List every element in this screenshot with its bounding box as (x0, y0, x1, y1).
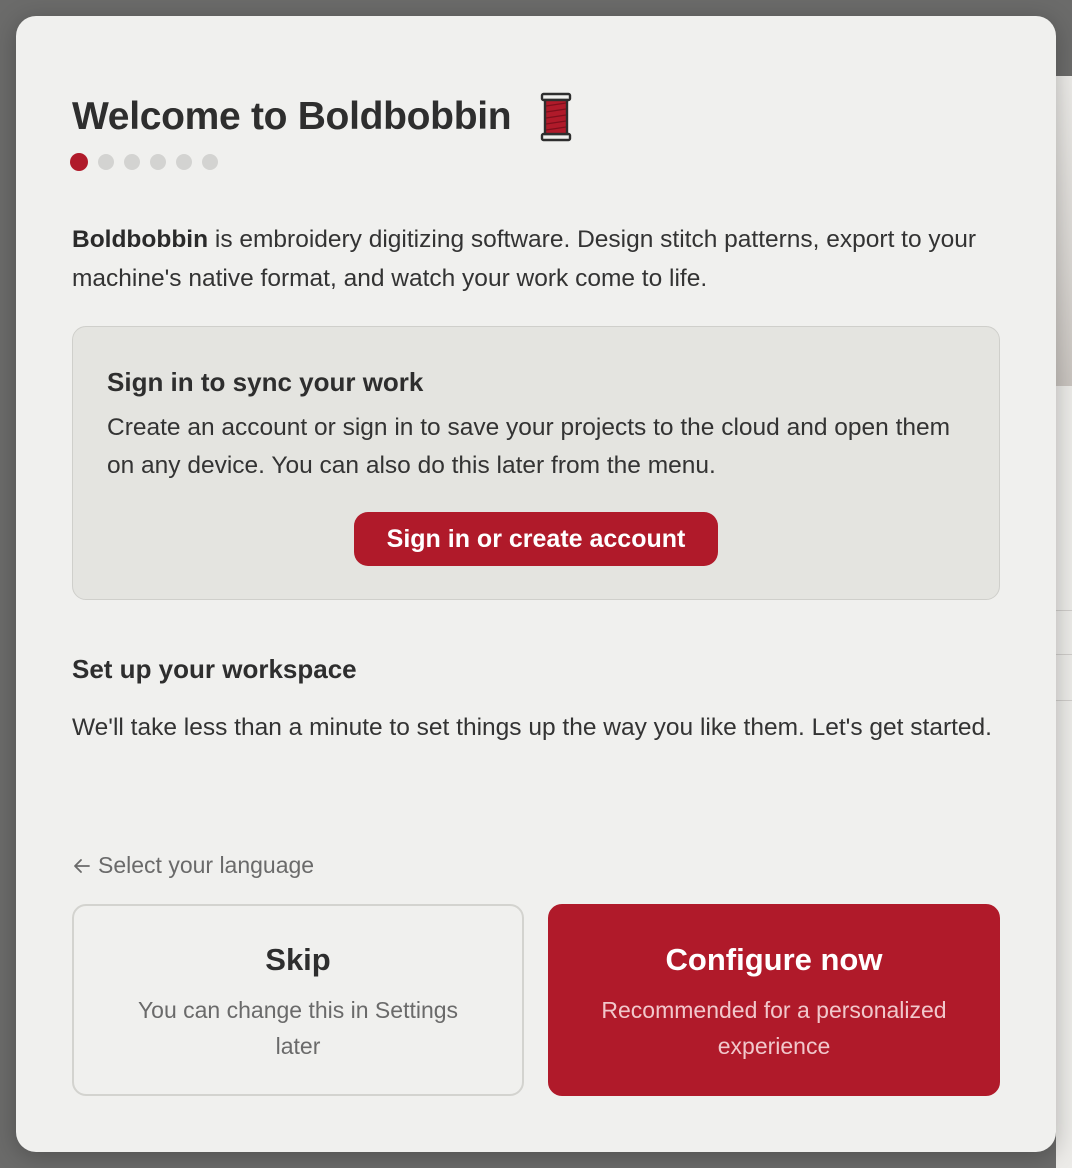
intro-brand-name: Boldbobbin (72, 226, 209, 253)
setup-description: We'll take less than a minute to set thi… (72, 714, 992, 741)
skip-title: Skip (265, 942, 331, 977)
skip-button[interactable]: Skip You can change this in Settings lat… (72, 904, 524, 1096)
step-dot (202, 154, 218, 170)
signin-title: Sign in to sync your work (107, 367, 424, 397)
intro-text: Boldbobbin is embroidery digitizing soft… (72, 220, 1002, 298)
background-thumbnail (1056, 76, 1072, 386)
step-dot (150, 154, 166, 170)
back-link-label: Select your language (98, 852, 315, 878)
step-dot-active (70, 153, 88, 171)
dialog-header: Welcome to Boldbobbin (72, 92, 573, 142)
signin-description: Create an account or sign in to save you… (107, 414, 951, 479)
background-app-window (1056, 76, 1072, 1168)
configure-title: Configure now (665, 942, 883, 977)
thread-spool-icon (541, 92, 572, 142)
intro-description: is embroidery digitizing software. Desig… (72, 226, 977, 292)
step-dot (176, 154, 192, 170)
background-divider (1056, 654, 1072, 655)
configure-subtitle: Recommended for a personalized experienc… (601, 997, 947, 1059)
back-to-language-link[interactable]: Select your language (72, 852, 314, 879)
step-dot (124, 154, 140, 170)
background-divider (1056, 610, 1072, 611)
welcome-dialog: Welcome to Boldbobbin Boldbobbin is embr… (16, 16, 1056, 1152)
skip-subtitle: You can change this in Settings later (137, 997, 459, 1059)
step-indicator (70, 153, 218, 171)
configure-now-button[interactable]: Configure now Recommended for a personal… (548, 904, 1000, 1096)
step-dot (98, 154, 114, 170)
signin-button[interactable]: Sign in or create account (354, 512, 718, 566)
background-divider (1056, 700, 1072, 701)
setup-title: Set up your workspace (72, 654, 357, 684)
signin-card: Sign in to sync your work Create an acco… (72, 326, 1000, 600)
arrow-left-icon (74, 858, 90, 873)
dialog-title: Welcome to Boldbobbin (72, 95, 512, 138)
